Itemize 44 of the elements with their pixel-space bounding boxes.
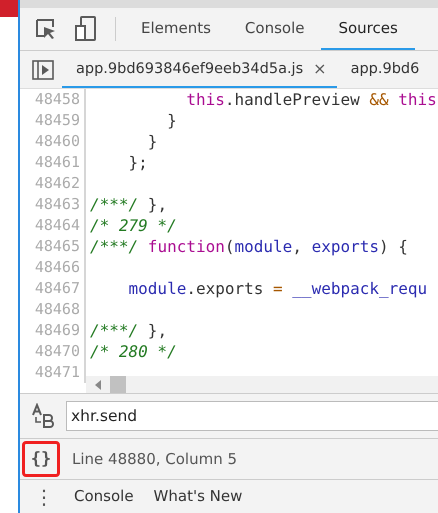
inspect-icon[interactable] [35, 18, 57, 40]
cursor-position: Line 48880, Column 5 [72, 450, 238, 468]
pretty-print-button[interactable]: {} [22, 441, 60, 477]
code-line: this.handlePreview && this [185, 89, 437, 110]
panel-tab[interactable]: Console [228, 8, 322, 50]
panel-tab[interactable]: Sources [321, 8, 415, 50]
code-line: }; [128, 152, 148, 173]
line-number: 48470 [20, 341, 86, 362]
line-number: 48458 [20, 89, 86, 110]
drawer-tab[interactable]: What's New [144, 486, 252, 506]
scroll-thumb[interactable] [110, 376, 126, 393]
line-number: 48467 [20, 278, 86, 299]
line-number: 48459 [20, 110, 86, 131]
replace-icon[interactable] [30, 403, 56, 429]
search-field[interactable]: xhr.send [66, 401, 438, 431]
line-number: 48466 [20, 257, 86, 278]
line-number: 48463 [20, 194, 86, 215]
code-line: /* 280 */ [90, 341, 177, 362]
code-line: } [146, 131, 158, 152]
sidebar-toggle-icon[interactable] [32, 60, 54, 80]
panel-tab[interactable]: Elements [124, 8, 228, 50]
file-name: app.9bd6 [350, 60, 420, 76]
header-bar [0, 0, 18, 17]
horizontal-scrollbar[interactable] [86, 376, 438, 393]
menu-button[interactable]: ⋮ [34, 484, 48, 508]
line-number: 48464 [20, 215, 86, 236]
code-line: /* 279 */ [90, 215, 177, 236]
line-number: 48469 [20, 320, 86, 341]
device-icon[interactable] [75, 16, 97, 42]
code-line: /***/ function(module, exports) { [90, 236, 408, 257]
code-line: /***/ }, [90, 320, 168, 341]
code-line: module.exports = __webpack_requ [128, 278, 428, 299]
file-tab[interactable]: app.9bd6 [336, 51, 430, 88]
file-name: app.9bd693846ef9eeb34d5a.js [76, 60, 304, 76]
code-line: } [166, 110, 177, 131]
code-line: /***/ }, [90, 194, 168, 215]
scroll-left-icon[interactable] [94, 378, 102, 390]
close-button[interactable]: × [313, 59, 327, 78]
line-number: 48460 [20, 131, 86, 152]
drawer-tab[interactable]: Console [64, 486, 144, 506]
line-number: 48465 [20, 236, 86, 257]
line-number: 48461 [20, 152, 86, 173]
line-number: 48468 [20, 299, 86, 320]
line-number: 48462 [20, 173, 86, 194]
